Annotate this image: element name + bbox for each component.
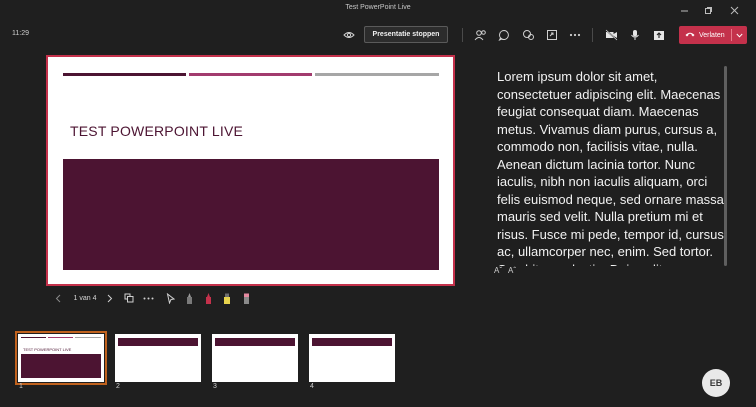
- page-counter: 1 van 4: [73, 294, 97, 302]
- more-options-icon[interactable]: [141, 290, 155, 306]
- slide-thumbnail[interactable]: [309, 334, 395, 382]
- slide-thumbnail[interactable]: TEST POWERPOINT LIVE: [15, 331, 107, 385]
- red-pen-icon[interactable]: [201, 290, 215, 306]
- pen-icon[interactable]: [182, 290, 196, 306]
- toolbar-divider: [462, 28, 463, 42]
- slide-accent-bar: [189, 73, 312, 76]
- close-icon[interactable]: [722, 2, 746, 18]
- font-size-controls: Aˇ Aˆ: [494, 266, 516, 275]
- thumb-number: 1: [19, 383, 23, 390]
- share-tray-icon[interactable]: [544, 27, 560, 43]
- notes-scrollbar[interactable]: [724, 66, 727, 266]
- title-bar: Test PowerPoint Live: [0, 0, 756, 20]
- avatar[interactable]: EB: [702, 369, 730, 397]
- slide-controls: 1 van 4: [52, 290, 272, 306]
- grid-view-icon[interactable]: [122, 290, 136, 306]
- thumb-accent-bar: [75, 337, 101, 338]
- slide-thumbnails: TEST POWERPOINT LIVE 1 2 3 4: [0, 326, 756, 396]
- thumb-color-block: [312, 338, 392, 346]
- thumb-color-block: [215, 338, 295, 346]
- toolbar-divider: [592, 28, 593, 42]
- thumb-number: 2: [116, 383, 120, 390]
- speaker-notes[interactable]: Lorem ipsum dolor sit amet, consectetuer…: [497, 68, 727, 266]
- more-options-icon[interactable]: [567, 27, 583, 43]
- leave-main[interactable]: Verlaten: [679, 26, 731, 44]
- slide-color-block: [63, 159, 439, 270]
- slide-accent-bar: [315, 73, 439, 76]
- window-title: Test PowerPoint Live: [345, 4, 411, 11]
- meeting-clock: 11:29: [12, 30, 29, 37]
- laser-pointer-icon[interactable]: [163, 290, 177, 306]
- minimize-icon[interactable]: [672, 2, 696, 18]
- reactions-icon[interactable]: [520, 27, 536, 43]
- leave-label: Verlaten: [699, 31, 725, 39]
- microphone-icon[interactable]: [627, 27, 643, 43]
- thumb-accent-bar: [21, 337, 46, 338]
- highlighter-icon[interactable]: [220, 290, 234, 306]
- thumb-number: 3: [213, 383, 217, 390]
- next-slide-icon[interactable]: [104, 290, 116, 306]
- camera-off-icon[interactable]: [603, 27, 619, 43]
- share-screen-icon[interactable]: [651, 27, 667, 43]
- thumb-color-block: [21, 354, 101, 378]
- decrease-font-button[interactable]: Aˇ: [494, 266, 502, 275]
- previous-slide-icon[interactable]: [52, 290, 64, 306]
- stop-presenting-button[interactable]: Presentatie stoppen: [364, 26, 448, 43]
- slide-accent-bar: [63, 73, 186, 76]
- slide-title: TEST POWERPOINT LIVE: [70, 123, 244, 139]
- eye-icon[interactable]: [341, 27, 357, 43]
- current-slide: TEST POWERPOINT LIVE: [46, 55, 455, 286]
- restore-icon[interactable]: [696, 2, 720, 18]
- slide-thumbnail[interactable]: [212, 334, 298, 382]
- chat-icon[interactable]: [496, 27, 512, 43]
- increase-font-button[interactable]: Aˆ: [508, 266, 516, 275]
- meeting-toolbar: 11:29 Presentatie stoppen Verlaten: [0, 20, 756, 50]
- leave-button[interactable]: Verlaten: [679, 26, 747, 44]
- thumb-number: 4: [310, 383, 314, 390]
- thumb-title: TEST POWERPOINT LIVE: [23, 347, 72, 352]
- thumb-accent-bar: [48, 337, 73, 338]
- chevron-down-icon[interactable]: [732, 26, 747, 44]
- participants-icon[interactable]: [472, 27, 488, 43]
- hangup-icon: [685, 31, 695, 39]
- eraser-icon[interactable]: [239, 290, 253, 306]
- slide-thumbnail[interactable]: [115, 334, 201, 382]
- thumb-color-block: [118, 338, 198, 346]
